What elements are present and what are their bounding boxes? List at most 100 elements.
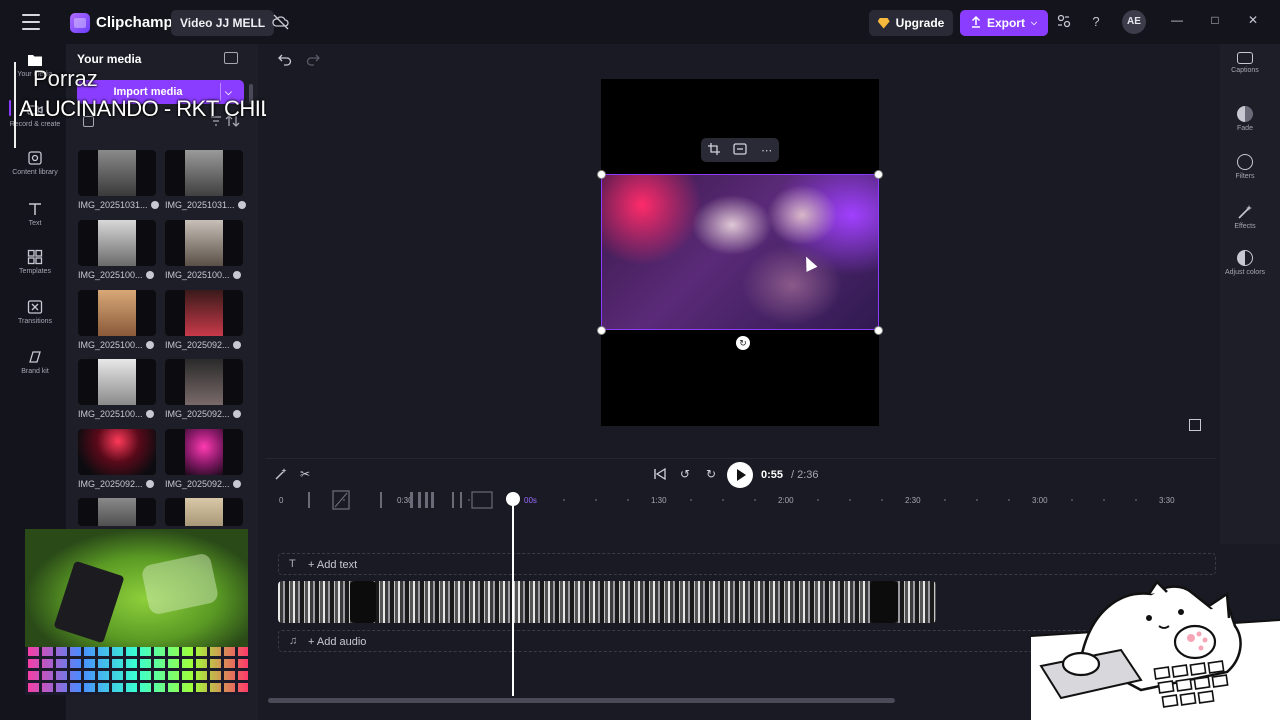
webcam-overlay xyxy=(25,529,248,695)
media-thumbnail[interactable] xyxy=(78,220,156,266)
current-time: 0:55 xyxy=(761,469,784,481)
rail-item-templates[interactable]: Templates xyxy=(6,245,64,289)
media-thumbnail[interactable] xyxy=(165,429,243,475)
ruler-dot xyxy=(722,499,724,501)
close-icon[interactable]: ✕ xyxy=(1245,12,1261,28)
rewind-5s-icon[interactable]: ↺ xyxy=(678,467,692,481)
undo-icon[interactable] xyxy=(278,52,292,66)
redo-icon[interactable] xyxy=(306,52,320,66)
rail-item-text[interactable]: Text xyxy=(6,197,64,241)
effects-button[interactable]: Effects xyxy=(1220,204,1270,231)
chevron-down-icon: ⌵ xyxy=(1030,18,1038,27)
resize-handle[interactable] xyxy=(874,170,883,179)
menu-icon[interactable] xyxy=(22,14,40,30)
total-duration: / 2:36 xyxy=(791,469,819,481)
filters-icon xyxy=(1237,154,1253,170)
cloud-sync-off-icon[interactable] xyxy=(272,14,290,30)
upgrade-label: Upgrade xyxy=(895,16,945,30)
top-bar: Clipchamp Video JJ MELL Upgrade Export ⌵… xyxy=(0,0,1280,44)
media-thumbnail[interactable] xyxy=(78,150,156,196)
collapse-panel-icon[interactable] xyxy=(224,52,238,64)
media-thumbnail[interactable] xyxy=(165,150,243,196)
ruler-tick-label: 2:30 xyxy=(905,496,921,505)
music-note-icon: ♫ xyxy=(289,635,298,647)
filters-button[interactable]: Filters xyxy=(1220,154,1270,181)
selected-video-clip[interactable] xyxy=(601,174,879,330)
minimize-icon[interactable]: — xyxy=(1169,12,1185,28)
ruler-dot xyxy=(595,499,597,501)
help-icon[interactable]: ? xyxy=(1087,13,1105,31)
captions-icon xyxy=(1237,52,1253,64)
rail-label: Brand kit xyxy=(21,368,49,375)
fade-button[interactable]: Fade xyxy=(1220,106,1270,133)
rail-item-brand-kit[interactable]: Brand kit xyxy=(6,345,64,389)
fullscreen-icon[interactable] xyxy=(1189,419,1201,431)
playhead[interactable] xyxy=(512,500,514,696)
media-thumbnail[interactable] xyxy=(78,498,156,526)
media-thumbnail[interactable] xyxy=(78,429,156,475)
thumbnail-label: IMG_2025100... xyxy=(165,270,245,280)
ruler-waveform-fragments xyxy=(308,490,493,510)
ruler-dot xyxy=(849,499,851,501)
ruler-dot xyxy=(1008,499,1010,501)
ruler-dot xyxy=(944,499,946,501)
maximize-icon[interactable]: □ xyxy=(1207,12,1223,28)
rail-item-content-library[interactable]: Content library xyxy=(6,146,64,190)
split-scissors-icon[interactable]: ✂ xyxy=(300,467,314,481)
ruler-dot xyxy=(1103,499,1105,501)
ruler-tick-label: 2:00 xyxy=(778,496,794,505)
library-icon xyxy=(28,151,42,165)
thumbnail-label: IMG_2025100... xyxy=(78,409,158,419)
media-thumbnail[interactable] xyxy=(165,220,243,266)
gem-icon xyxy=(877,17,890,29)
media-thumbnail[interactable] xyxy=(165,359,243,405)
thumbnail-label: IMG_20251031... xyxy=(165,200,246,210)
captions-button[interactable]: Captions xyxy=(1220,52,1270,75)
contrast-icon xyxy=(1237,250,1253,266)
rail-label: Transitions xyxy=(18,318,52,325)
magic-wand-icon xyxy=(1237,204,1253,220)
text-track[interactable]: T + Add text xyxy=(278,553,1216,575)
resize-handle[interactable] xyxy=(874,326,883,335)
media-thumbnail[interactable] xyxy=(165,498,243,526)
video-track-clips[interactable] xyxy=(278,581,936,623)
panel-label: Filters xyxy=(1235,173,1255,180)
media-thumbnail[interactable] xyxy=(78,290,156,336)
adjust-colors-button[interactable]: Adjust colors xyxy=(1220,250,1270,277)
export-button[interactable]: Export ⌵ xyxy=(960,10,1048,36)
fit-icon[interactable] xyxy=(733,142,748,158)
export-label: Export xyxy=(986,16,1025,30)
overlay-divider xyxy=(14,62,16,148)
thumbnail-label: IMG_20251031... xyxy=(78,200,159,210)
timeline-scrollbar[interactable] xyxy=(268,698,895,703)
magic-edit-icon[interactable] xyxy=(274,467,288,481)
ruler-dot xyxy=(1135,499,1137,501)
forward-5s-icon[interactable]: ↻ xyxy=(704,467,718,481)
upgrade-button[interactable]: Upgrade xyxy=(869,10,953,36)
thumbnail-label: IMG_2025092... xyxy=(165,409,245,419)
media-thumbnail[interactable] xyxy=(78,359,156,405)
ruler-dot xyxy=(1071,499,1073,501)
add-audio-label: + Add audio xyxy=(308,636,367,648)
rail-label: Content library xyxy=(12,169,58,176)
now-playing-artist: Porraz xyxy=(33,66,98,91)
skip-back-icon[interactable] xyxy=(653,467,667,481)
rotate-icon[interactable]: ↻ xyxy=(736,336,750,350)
transitions-icon xyxy=(27,300,43,314)
crop-icon[interactable] xyxy=(707,142,720,158)
project-title[interactable]: Video JJ MELL xyxy=(171,10,275,36)
resize-handle[interactable] xyxy=(597,326,606,335)
resize-handle[interactable] xyxy=(597,170,606,179)
avatar[interactable]: AE xyxy=(1122,10,1146,34)
play-button[interactable] xyxy=(727,462,753,488)
playhead-handle[interactable] xyxy=(506,492,520,506)
rail-item-transitions[interactable]: Transitions xyxy=(6,295,64,339)
more-options-icon[interactable]: ⋯ xyxy=(761,144,772,157)
rail-label: Record & create xyxy=(9,121,61,128)
brand-kit-icon xyxy=(29,351,41,363)
media-thumbnail[interactable] xyxy=(165,290,243,336)
ruler-dot xyxy=(817,499,819,501)
clipchamp-editor: Clipchamp Video JJ MELL Upgrade Export ⌵… xyxy=(0,0,1280,720)
ruler-dot xyxy=(754,499,756,501)
share-icon[interactable] xyxy=(1055,13,1073,31)
